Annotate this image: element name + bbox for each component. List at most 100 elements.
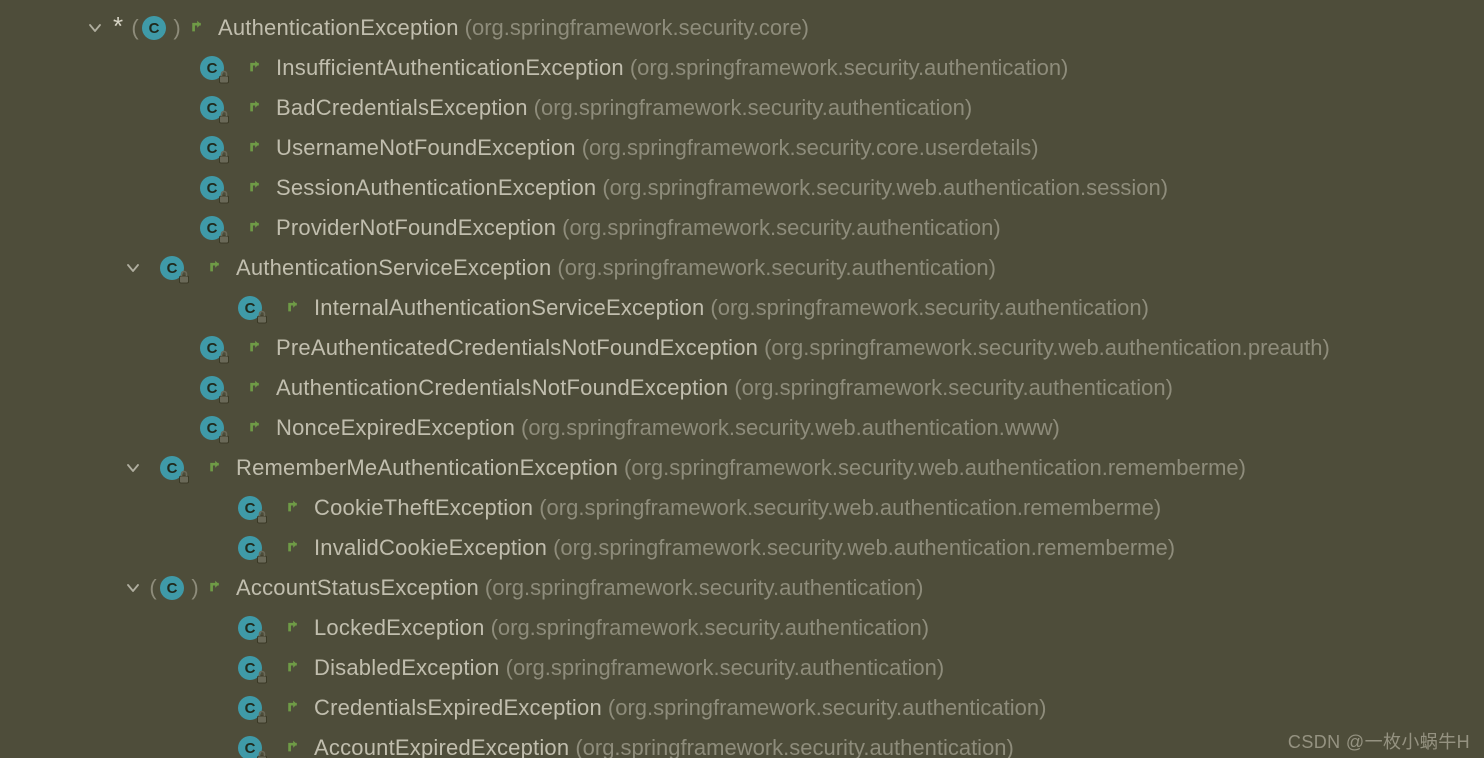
expand-toggle[interactable] xyxy=(120,460,146,476)
expand-toggle[interactable] xyxy=(82,20,108,36)
tree-row[interactable]: (C)PreAuthenticatedCredentialsNotFoundEx… xyxy=(0,328,1484,368)
indent xyxy=(12,748,198,749)
close-paren: ) xyxy=(188,575,202,601)
tree-row[interactable]: (C)InsufficientAuthenticationException (… xyxy=(0,48,1484,88)
class-name: InsufficientAuthenticationException xyxy=(276,55,624,81)
lock-icon xyxy=(218,190,230,204)
package-name: (org.springframework.security.authentica… xyxy=(534,95,973,121)
lock-icon xyxy=(256,670,268,684)
lock-icon xyxy=(256,510,268,524)
lock-icon xyxy=(256,550,268,564)
lock-icon xyxy=(218,110,230,124)
inheritor-icon xyxy=(208,455,226,481)
indent xyxy=(12,68,160,69)
inheritor-icon xyxy=(248,95,266,121)
indent xyxy=(12,708,198,709)
class-name: AuthenticationCredentialsNotFoundExcepti… xyxy=(276,375,728,401)
tree-row[interactable]: (C)RememberMeAuthenticationException (or… xyxy=(0,448,1484,488)
package-name: (org.springframework.security.authentica… xyxy=(506,655,945,681)
tree-row[interactable]: (C)AuthenticationCredentialsNotFoundExce… xyxy=(0,368,1484,408)
inheritor-icon xyxy=(248,335,266,361)
modified-marker: * xyxy=(108,13,128,39)
package-name: (org.springframework.security.authentica… xyxy=(608,695,1047,721)
package-name: (org.springframework.security.web.authen… xyxy=(602,175,1168,201)
tree-row[interactable]: (C)DisabledException (org.springframewor… xyxy=(0,648,1484,688)
class-icon: C xyxy=(200,94,228,122)
tree-row[interactable]: (C)SessionAuthenticationException (org.s… xyxy=(0,168,1484,208)
inheritor-icon xyxy=(286,695,304,721)
lock-icon xyxy=(218,390,230,404)
inheritor-icon xyxy=(286,535,304,561)
close-paren: ) xyxy=(170,15,184,41)
class-hierarchy-tree: *(C)AuthenticationException (org.springf… xyxy=(0,0,1484,758)
lock-icon xyxy=(256,630,268,644)
inheritor-icon xyxy=(208,255,226,281)
indent xyxy=(12,348,160,349)
inheritor-icon xyxy=(248,175,266,201)
indent xyxy=(12,428,160,429)
package-name: (org.springframework.security.web.authen… xyxy=(764,335,1330,361)
class-name: RememberMeAuthenticationException xyxy=(236,455,618,481)
indent xyxy=(12,468,120,469)
class-name: SessionAuthenticationException xyxy=(276,175,596,201)
inheritor-icon xyxy=(286,495,304,521)
tree-row[interactable]: (C)AccountExpiredException (org.springfr… xyxy=(0,728,1484,758)
class-icon: C xyxy=(200,214,228,242)
tree-row[interactable]: *(C)AuthenticationException (org.springf… xyxy=(0,8,1484,48)
tree-row[interactable]: (C)AccountStatusException (org.springfra… xyxy=(0,568,1484,608)
class-name: DisabledException xyxy=(314,655,500,681)
open-paren: ( xyxy=(146,575,160,601)
tree-row[interactable]: (C)AuthenticationServiceException (org.s… xyxy=(0,248,1484,288)
lock-icon xyxy=(256,310,268,324)
open-paren: ( xyxy=(128,15,142,41)
inheritor-icon xyxy=(248,415,266,441)
tree-row[interactable]: (C)UsernameNotFoundException (org.spring… xyxy=(0,128,1484,168)
class-name: InternalAuthenticationServiceException xyxy=(314,295,704,321)
lock-icon xyxy=(218,350,230,364)
inheritor-icon xyxy=(286,655,304,681)
lock-icon xyxy=(256,750,268,758)
tree-row[interactable]: (C)InvalidCookieException (org.springfra… xyxy=(0,528,1484,568)
package-name: (org.springframework.security.authentica… xyxy=(575,735,1014,758)
lock-icon xyxy=(178,470,190,484)
package-name: (org.springframework.security.authentica… xyxy=(630,55,1069,81)
package-name: (org.springframework.security.web.authen… xyxy=(553,535,1175,561)
tree-row[interactable]: (C)BadCredentialsException (org.springfr… xyxy=(0,88,1484,128)
inheritor-icon xyxy=(286,735,304,758)
class-icon: C xyxy=(238,654,266,682)
class-name: AuthenticationServiceException xyxy=(236,255,551,281)
inheritor-icon xyxy=(208,575,226,601)
indent xyxy=(12,588,120,589)
class-icon: C xyxy=(238,534,266,562)
class-icon: C xyxy=(200,134,228,162)
package-name: (org.springframework.security.authentica… xyxy=(557,255,996,281)
expand-toggle[interactable] xyxy=(120,260,146,276)
package-name: (org.springframework.security.core.userd… xyxy=(582,135,1039,161)
package-name: (org.springframework.security.web.authen… xyxy=(539,495,1161,521)
inheritor-icon xyxy=(248,135,266,161)
inheritor-icon xyxy=(248,215,266,241)
indent xyxy=(12,388,160,389)
tree-row[interactable]: (C)ProviderNotFoundException (org.spring… xyxy=(0,208,1484,248)
tree-row[interactable]: (C)LockedException (org.springframework.… xyxy=(0,608,1484,648)
class-icon: C xyxy=(238,614,266,642)
indent xyxy=(12,668,198,669)
package-name: (org.springframework.security.authentica… xyxy=(734,375,1173,401)
tree-row[interactable]: (C)InternalAuthenticationServiceExceptio… xyxy=(0,288,1484,328)
indent xyxy=(12,28,82,29)
class-name: LockedException xyxy=(314,615,485,641)
inheritor-icon xyxy=(286,295,304,321)
inheritor-icon xyxy=(248,55,266,81)
tree-row[interactable]: (C)CredentialsExpiredException (org.spri… xyxy=(0,688,1484,728)
package-name: (org.springframework.security.authentica… xyxy=(710,295,1149,321)
package-name: (org.springframework.security.core) xyxy=(465,15,809,41)
tree-row[interactable]: (C)CookieTheftException (org.springframe… xyxy=(0,488,1484,528)
lock-icon xyxy=(218,150,230,164)
class-icon: C xyxy=(238,494,266,522)
lock-icon xyxy=(218,230,230,244)
tree-row[interactable]: (C)NonceExpiredException (org.springfram… xyxy=(0,408,1484,448)
class-icon: C xyxy=(160,254,188,282)
class-name: UsernameNotFoundException xyxy=(276,135,576,161)
class-icon: C xyxy=(238,294,266,322)
expand-toggle[interactable] xyxy=(120,580,146,596)
